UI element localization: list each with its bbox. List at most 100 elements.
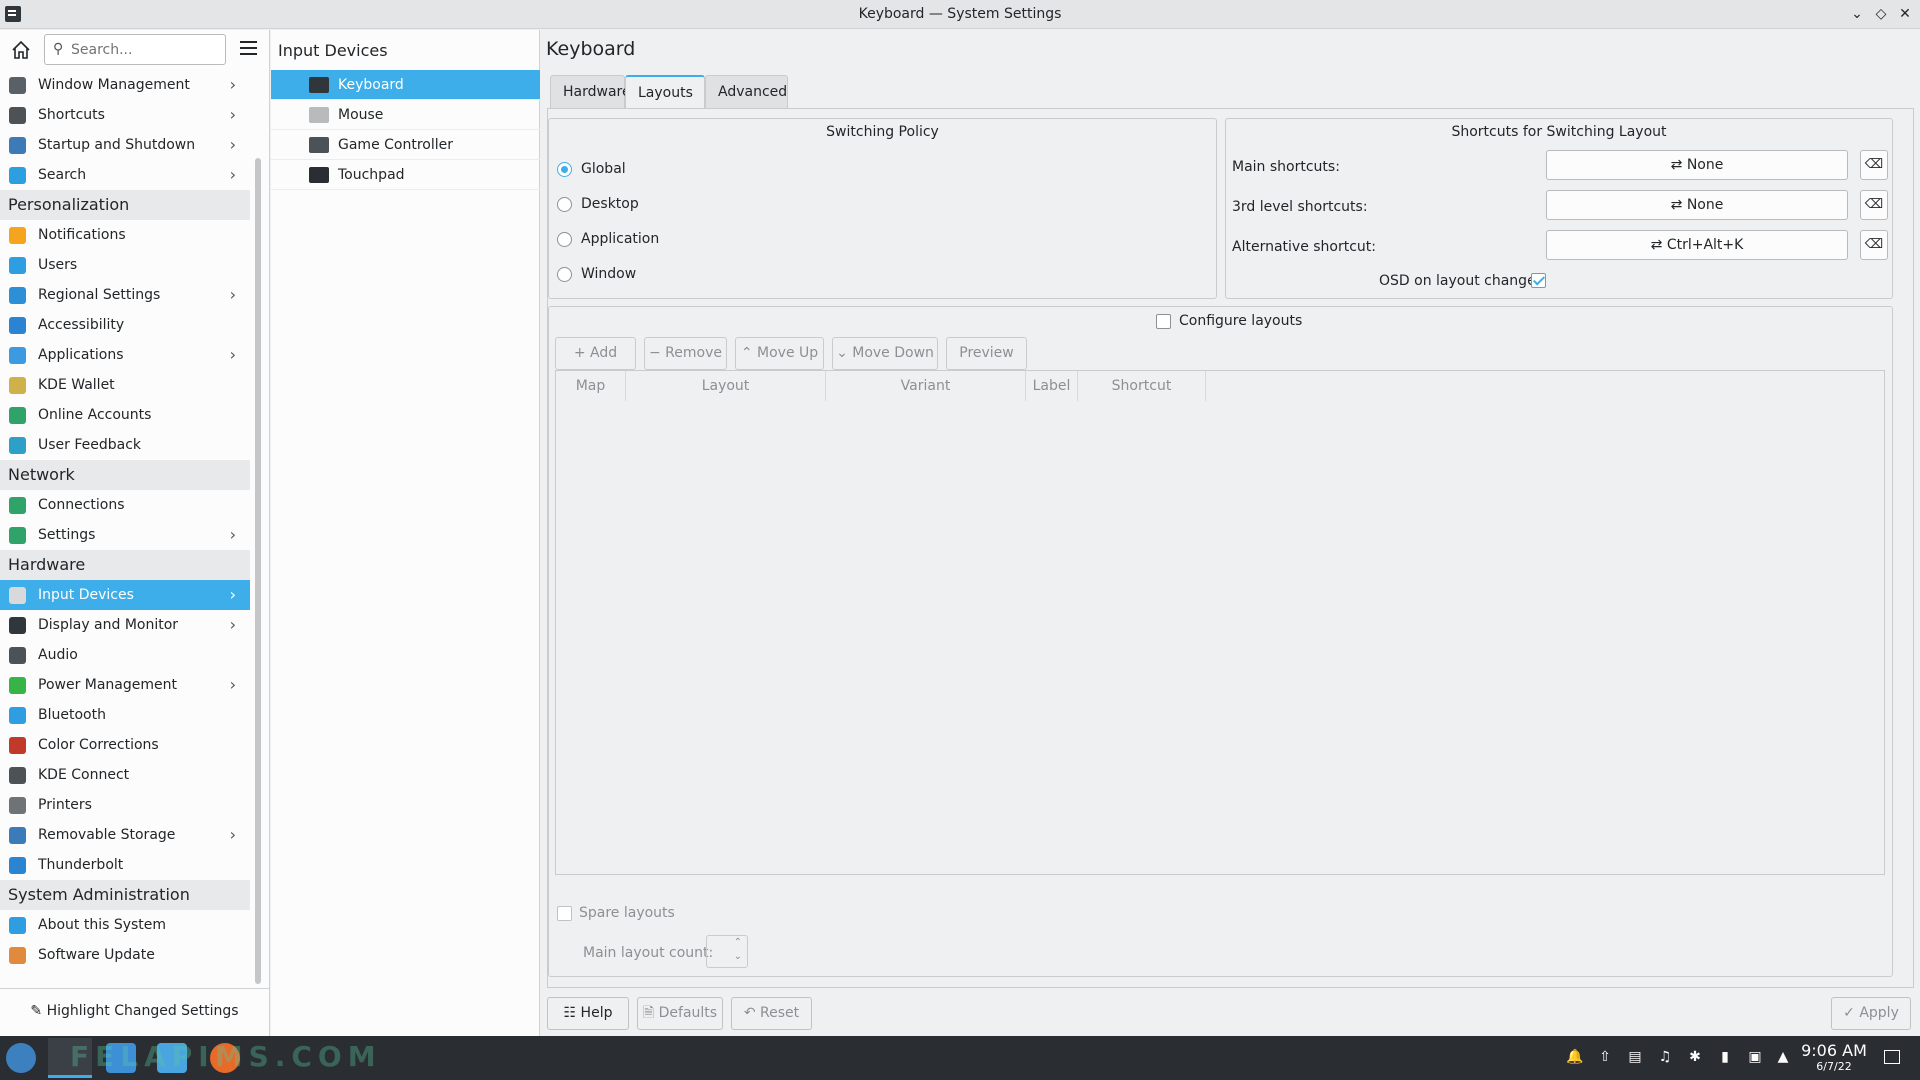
sidebar-item-input-devices[interactable]: Input Devices › [0,580,250,610]
radio-indicator[interactable] [557,267,572,282]
chevron-right-icon: › [229,585,236,604]
clock[interactable]: 9:06 AM 6/7/22 [1800,1041,1868,1073]
startup-and-shutdown-icon [9,137,26,154]
clear-alternative-shortcut-icon[interactable]: ⌫ [1860,230,1888,260]
search-field[interactable]: ⚲ [44,34,226,65]
subcategory-item-mouse[interactable]: Mouse [271,100,540,130]
close-button[interactable]: ✕ [1894,3,1916,25]
sidebar-item-shortcuts[interactable]: Shortcuts › [0,100,250,130]
defaults-button[interactable]: 🗎 Defaults [637,997,723,1030]
add-layout-button[interactable]: + Add [555,337,636,370]
sidebar-item-thunderbolt[interactable]: Thunderbolt [0,850,250,880]
chevron-up-icon: ⌃ [740,345,758,361]
help-button[interactable]: ☷ Help [547,997,629,1030]
tab-advanced[interactable]: Advanced [705,75,788,108]
show-desktop-icon[interactable] [1884,1050,1900,1064]
sidebar-item-kde-connect[interactable]: KDE Connect [0,760,250,790]
subcategory-item-touchpad[interactable]: Touchpad [271,160,540,190]
sidebar-scrollbar[interactable] [255,158,261,984]
sidebar-item-display-and-monitor[interactable]: Display and Monitor › [0,610,250,640]
spare-layouts-checkbox[interactable] [557,906,572,921]
notifications-tray-icon[interactable]: 🔔 [1566,1048,1584,1066]
column-label[interactable]: Label [1026,371,1078,401]
taskbar: FELAPIMS.COM 🔔 ⇧ ▤ ♫ ✱ ▮ ▣ ▲ 9:06 AM 6/7… [0,1036,1920,1080]
sidebar-item-about-this-system[interactable]: About this System [0,910,250,940]
radio-indicator[interactable] [557,197,572,212]
highlight-changed-settings-button[interactable]: ✎ Highlight Changed Settings [0,988,269,1036]
bluetooth-icon [9,707,26,724]
sidebar-item-audio[interactable]: Audio [0,640,250,670]
subcategory-item-keyboard[interactable]: Keyboard [271,70,540,100]
sidebar-item-printers[interactable]: Printers [0,790,250,820]
tab-layouts[interactable]: Layouts [625,75,705,108]
search-input[interactable] [71,39,221,60]
radio-application[interactable]: Application [557,229,659,249]
radio-indicator[interactable] [557,162,572,177]
bluetooth-tray-icon[interactable]: ✱ [1686,1048,1704,1066]
sidebar-item-regional-settings[interactable]: Regional Settings › [0,280,250,310]
sidebar-item-settings[interactable]: Settings › [0,520,250,550]
preview-label: Preview [959,345,1014,361]
clear-main-shortcut-icon[interactable]: ⌫ [1860,150,1888,180]
osd-checkbox[interactable] [1531,273,1546,288]
radio-window[interactable]: Window [557,264,636,284]
sidebar-item-color-corrections[interactable]: Color Corrections [0,730,250,760]
sidebar-item-notifications[interactable]: Notifications [0,220,250,250]
configure-layouts-checkbox[interactable] [1156,314,1171,329]
apply-button[interactable]: ✓ Apply [1831,997,1911,1030]
sidebar-item-connections[interactable]: Connections [0,490,250,520]
sidebar-item-online-accounts[interactable]: Online Accounts [0,400,250,430]
battery-tray-icon[interactable]: ▮ [1716,1048,1734,1066]
mouse-icon [309,107,329,123]
remove-layout-button[interactable]: − Remove [644,337,727,370]
sidebar-item-bluetooth[interactable]: Bluetooth [0,700,250,730]
main-layout-count-spinbox[interactable]: ⌃ ⌄ [706,935,748,968]
home-icon[interactable] [10,39,32,61]
move-down-button[interactable]: ⌄ Move Down [832,337,938,370]
subcategory-item-game-controller[interactable]: Game Controller [271,130,540,160]
main-shortcuts-button[interactable]: ⇄ None [1546,150,1848,180]
column-map[interactable]: Map [556,371,626,401]
clipboard-tray-icon[interactable]: ▤ [1626,1048,1644,1066]
sidebar-item-accessibility[interactable]: Accessibility [0,310,250,340]
hamburger-menu-icon[interactable] [240,41,257,55]
third-level-shortcuts-button[interactable]: ⇄ None [1546,190,1848,220]
volume-tray-icon[interactable]: ♫ [1656,1048,1674,1066]
sidebar-item-removable-storage[interactable]: Removable Storage › [0,820,250,850]
sidebar-item-kde-wallet[interactable]: KDE Wallet [0,370,250,400]
sidebar-item-power-management[interactable]: Power Management › [0,670,250,700]
sidebar-list: Window Management › Shortcuts › Startup and … [0,70,250,970]
sidebar-item-applications[interactable]: Applications › [0,340,250,370]
updates-tray-icon[interactable]: ⇧ [1596,1048,1614,1066]
move-up-label: Move Up [757,345,819,361]
sidebar-item-software-update[interactable]: Software Update [0,940,250,970]
sidebar-item-window-management[interactable]: Window Management › [0,70,250,100]
column-shortcut[interactable]: Shortcut [1078,371,1206,401]
tray-expand-icon[interactable]: ▲ [1774,1048,1792,1066]
clear-third-level-shortcut-icon[interactable]: ⌫ [1860,190,1888,220]
reset-button[interactable]: ↶ Reset [731,997,812,1030]
layouts-table[interactable]: Map Layout Variant Label Shortcut [555,370,1885,875]
radio-indicator[interactable] [557,232,572,247]
column-variant[interactable]: Variant [826,371,1026,401]
sidebar-item-label: Software Update [38,947,155,963]
sidebar-item-users[interactable]: Users [0,250,250,280]
radio-desktop[interactable]: Desktop [557,194,639,214]
sidebar-item-startup-and-shutdown[interactable]: Startup and Shutdown › [0,130,250,160]
column-layout[interactable]: Layout [626,371,826,401]
power-management-icon [9,677,26,694]
watermark: FELAPIMS.COM [70,1040,382,1073]
preview-button[interactable]: Preview [946,337,1027,370]
sidebar-item-search[interactable]: Search › [0,160,250,190]
alternative-shortcut-button[interactable]: ⇄ Ctrl+Alt+K [1546,230,1848,260]
move-up-button[interactable]: ⌃ Move Up [735,337,824,370]
app-launcher-icon[interactable] [6,1043,36,1073]
minimize-button[interactable]: ⌄ [1846,3,1868,25]
radio-global[interactable]: Global [557,159,626,179]
sidebar-item-user-feedback[interactable]: User Feedback [0,430,250,460]
maximize-button[interactable]: ◇ [1870,3,1892,25]
sidebar-item-label: Connections [38,497,125,513]
main-shortcuts-value: None [1686,157,1724,173]
network-tray-icon[interactable]: ▣ [1746,1048,1764,1066]
tab-hardware[interactable]: Hardware [550,75,631,108]
